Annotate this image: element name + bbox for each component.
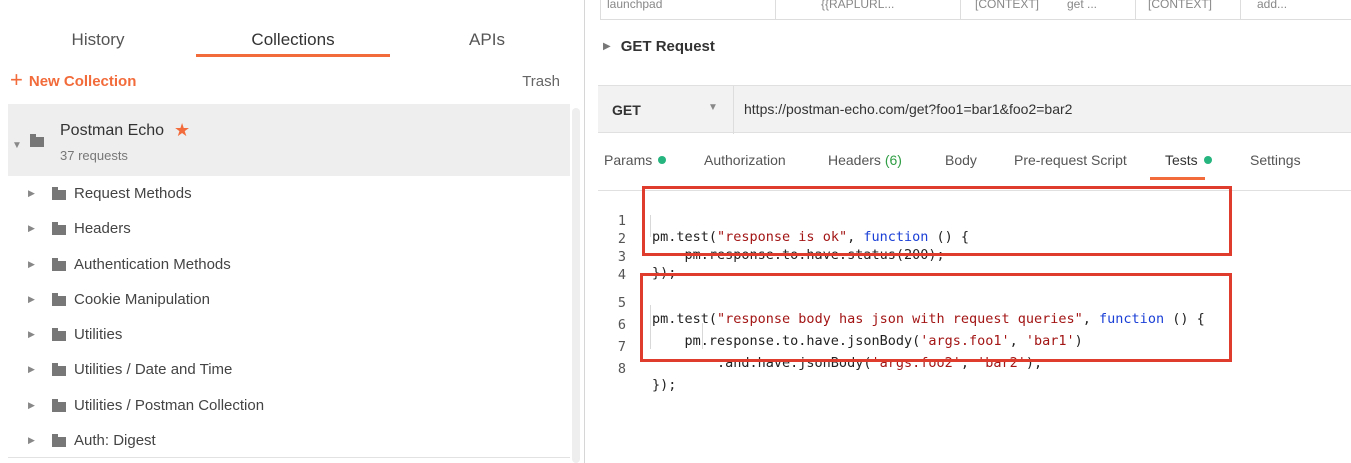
- highlight-box-test-1: [642, 186, 1232, 256]
- collection-name: Postman Echo: [60, 122, 165, 139]
- list-item[interactable]: ▶ Utilities / Postman Collection: [8, 388, 570, 423]
- folder-icon: [52, 187, 66, 200]
- collection-postman-echo[interactable]: ▼ Postman Echo ★ 37 requests: [8, 104, 570, 176]
- chevron-down-icon[interactable]: ▼: [708, 102, 718, 113]
- trash-link[interactable]: Trash: [522, 73, 560, 90]
- line-number: 8: [617, 361, 626, 377]
- table-cell: {{RAPLURL...: [775, 0, 960, 20]
- active-tab-indicator: [196, 54, 390, 57]
- folder-label: Request Methods: [74, 185, 192, 202]
- chevron-right-icon[interactable]: ▶: [28, 435, 35, 446]
- tab-collections[interactable]: Collections: [251, 30, 334, 50]
- folder-label: Utilities / Date and Time: [74, 361, 233, 379]
- code-text: });: [652, 377, 677, 393]
- url-bar: GET ▼ https://postman-echo.com/get?foo1=…: [598, 85, 1351, 134]
- star-icon[interactable]: ★: [174, 120, 190, 141]
- folder-label: Authentication Methods: [74, 255, 231, 273]
- list-item[interactable]: ▶ Request Methods: [8, 176, 570, 211]
- folder-label: Utilities: [74, 326, 123, 344]
- request-title[interactable]: ▶ GET Request: [603, 38, 715, 55]
- sidebar-tabs: History Collections APIs: [0, 0, 584, 62]
- headers-count-badge: (6): [884, 152, 902, 168]
- collection-request-count: 37 requests: [60, 148, 128, 163]
- status-dot-icon: [658, 156, 667, 164]
- folder-label: Headers: [74, 220, 131, 238]
- status-dot-icon: [1203, 156, 1212, 164]
- top-table-row: launchpad {{RAPLURL... [CONTEXT] get ...…: [600, 0, 1351, 20]
- chevron-right-icon[interactable]: ▶: [603, 41, 611, 52]
- chevron-right-icon[interactable]: ▶: [28, 259, 35, 270]
- folder-label: Cookie Manipulation: [74, 290, 210, 308]
- folder-icon: [52, 222, 66, 236]
- chevron-right-icon[interactable]: ▶: [28, 400, 35, 411]
- folder-list: ▶ Request Methods ▶ Headers ▶ Authentica…: [8, 176, 570, 459]
- tab-tests-label: Tests: [1165, 152, 1198, 168]
- tab-authorization[interactable]: Authorization: [704, 152, 786, 168]
- chevron-down-icon[interactable]: ▼: [12, 140, 22, 151]
- chevron-right-icon[interactable]: ▶: [28, 188, 35, 199]
- request-title-text: GET Request: [620, 38, 715, 55]
- tab-params[interactable]: Params: [604, 152, 667, 168]
- tab-headers-label: Headers: [828, 152, 881, 168]
- method-select[interactable]: GET: [612, 102, 641, 118]
- tab-params-label: Params: [604, 152, 653, 168]
- collection-folder-icon: [30, 134, 44, 147]
- tab-tests[interactable]: Tests: [1165, 152, 1212, 168]
- list-item[interactable]: ▶ Cookie Manipulation: [8, 282, 570, 317]
- active-tab-indicator: [1150, 177, 1205, 180]
- folder-label: Auth: Digest: [74, 432, 156, 450]
- table-cell: [CONTEXT]: [960, 0, 1055, 20]
- main-panel: launchpad {{RAPLURL... [CONTEXT] get ...…: [585, 0, 1351, 463]
- url-divider: [733, 86, 734, 134]
- new-collection-label: New Collection: [28, 72, 137, 90]
- request-tabs: Params Authorization Headers (6) Body Pr…: [585, 152, 1351, 182]
- sidebar: History Collections APIs + New Collectio…: [0, 0, 584, 463]
- folder-icon: [52, 363, 66, 377]
- folder-label: Utilities / Postman Collection: [74, 396, 265, 414]
- folder-icon: [52, 292, 66, 306]
- folder-icon: [52, 257, 66, 271]
- chevron-right-icon[interactable]: ▶: [28, 364, 35, 375]
- tab-headers[interactable]: Headers (6): [828, 152, 902, 168]
- tab-history[interactable]: History: [72, 30, 125, 50]
- table-cell: [CONTEXT]: [1135, 0, 1240, 20]
- list-item[interactable]: ▶ Headers: [8, 211, 570, 246]
- table-cell: launchpad: [600, 0, 775, 20]
- url-input[interactable]: https://postman-echo.com/get?foo1=bar1&f…: [744, 101, 1072, 117]
- tab-apis[interactable]: APIs: [469, 30, 505, 50]
- list-item[interactable]: ▶ Utilities: [8, 317, 570, 352]
- tab-settings[interactable]: Settings: [1250, 152, 1301, 168]
- tab-body[interactable]: Body: [945, 152, 977, 168]
- tab-pre-request-script[interactable]: Pre-request Script: [1014, 152, 1127, 168]
- folder-icon: [52, 328, 66, 342]
- plus-icon: +: [10, 67, 23, 92]
- highlight-box-test-2: [640, 273, 1232, 362]
- list-item[interactable]: ▶ Authentication Methods: [8, 247, 570, 282]
- new-collection-button[interactable]: + New Collection: [10, 67, 137, 92]
- chevron-right-icon[interactable]: ▶: [28, 294, 35, 305]
- folder-icon: [52, 398, 66, 412]
- chevron-right-icon[interactable]: ▶: [28, 329, 35, 340]
- list-item[interactable]: ▶ Utilities / Date and Time: [8, 352, 570, 387]
- sidebar-scrollbar[interactable]: [572, 108, 580, 463]
- folder-icon: [52, 434, 66, 448]
- code-editor[interactable]: 1 pm.test("response is ok", function () …: [598, 186, 1351, 463]
- table-cell: get ...: [1067, 0, 1098, 11]
- chevron-right-icon[interactable]: ▶: [28, 223, 35, 234]
- table-cell: add...: [1240, 0, 1315, 20]
- list-item[interactable]: ▶ Auth: Digest: [8, 423, 570, 459]
